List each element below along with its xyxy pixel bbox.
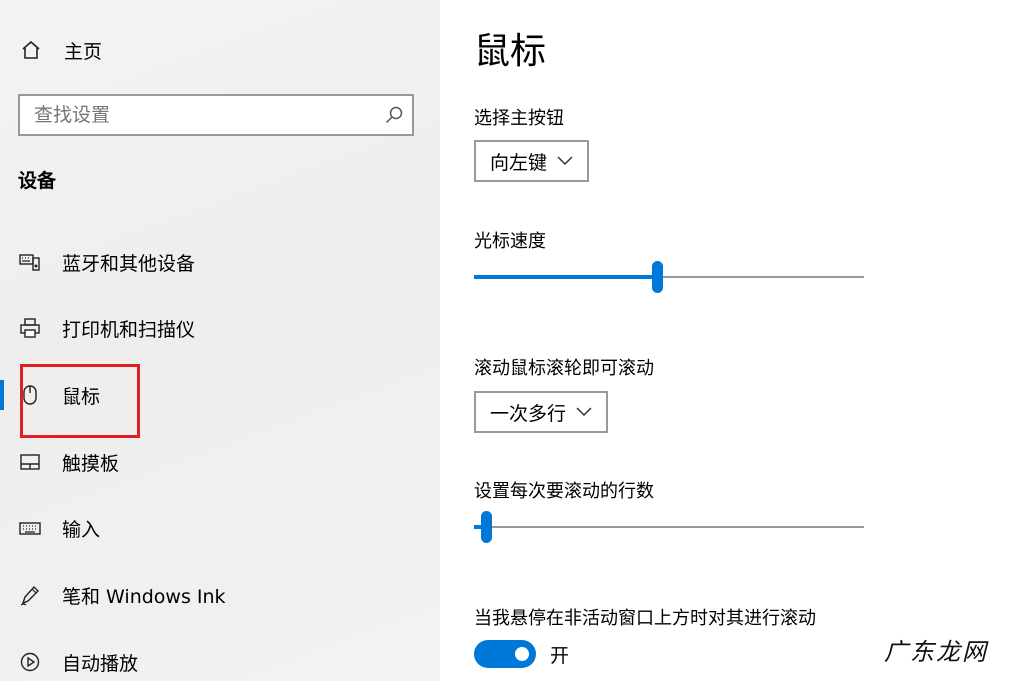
sidebar-item-label: 笔和 Windows Ink (62, 585, 226, 608)
slider-thumb[interactable] (652, 261, 663, 293)
watermark: 广东龙网 (884, 638, 988, 666)
scroll-mode-dropdown[interactable]: 一次多行 (474, 391, 609, 433)
slider-track (474, 526, 864, 528)
chevron-down-icon (576, 407, 592, 417)
scroll-mode-label: 滚动鼠标滚轮即可滚动 (474, 358, 654, 379)
cursor-speed-slider[interactable] (474, 258, 864, 298)
autoplay-icon (18, 650, 42, 674)
scroll-lines-label: 设置每次要滚动的行数 (474, 481, 654, 502)
primary-button-label: 选择主按钮 (474, 108, 564, 129)
slider-fill (474, 275, 657, 279)
keyboard-speaker-icon (18, 250, 42, 274)
sidebar-item-label: 打印机和扫描仪 (62, 318, 196, 341)
search-box[interactable] (18, 94, 414, 136)
sidebar-item-typing[interactable]: 输入 (0, 508, 440, 548)
cursor-speed-label: 光标速度 (474, 231, 546, 252)
main-panel: 鼠标 选择主按钮 向左键 光标速度 滚动鼠标滚轮即可滚动 一次多行 设置每次要滚… (440, 0, 1024, 681)
home-icon (18, 37, 44, 63)
home-label: 主页 (64, 40, 103, 63)
touchpad-icon (18, 450, 42, 474)
sidebar-item-label: 自动播放 (62, 652, 139, 675)
home-link[interactable]: 主页 (18, 34, 102, 66)
inactive-scroll-toggle[interactable] (474, 640, 536, 668)
sidebar: 主页 设备 蓝牙和其他设备 打印机和扫描仪 鼠标 触摸板 (0, 0, 440, 681)
inactive-scroll-toggle-row: 开 (474, 640, 569, 668)
inactive-scroll-label: 当我悬停在非活动窗口上方时对其进行滚动 (474, 608, 816, 629)
search-input[interactable] (20, 96, 376, 134)
scroll-lines-slider[interactable] (474, 508, 864, 548)
highlight-box (20, 364, 140, 438)
sidebar-item-printers[interactable]: 打印机和扫描仪 (0, 308, 440, 348)
sidebar-item-pen[interactable]: 笔和 Windows Ink (0, 575, 440, 615)
toggle-state-label: 开 (550, 644, 570, 667)
sidebar-item-label: 蓝牙和其他设备 (62, 252, 196, 275)
pen-icon (18, 583, 42, 607)
toggle-knob (515, 647, 529, 661)
sidebar-item-bluetooth[interactable]: 蓝牙和其他设备 (0, 242, 440, 282)
section-title: 设备 (18, 170, 57, 192)
slider-thumb[interactable] (481, 511, 492, 543)
dropdown-value: 向左键 (490, 151, 548, 174)
page-title: 鼠标 (474, 31, 547, 72)
dropdown-value: 一次多行 (490, 402, 567, 425)
sidebar-item-touchpad[interactable]: 触摸板 (0, 442, 440, 482)
sidebar-item-label: 触摸板 (62, 452, 120, 475)
primary-button-dropdown[interactable]: 向左键 (474, 140, 590, 182)
chevron-down-icon (557, 156, 573, 166)
printer-icon (18, 316, 42, 340)
sidebar-item-autoplay[interactable]: 自动播放 (0, 642, 440, 682)
search-icon[interactable] (376, 97, 412, 133)
keyboard-icon (18, 516, 42, 540)
sidebar-item-label: 输入 (62, 518, 101, 541)
